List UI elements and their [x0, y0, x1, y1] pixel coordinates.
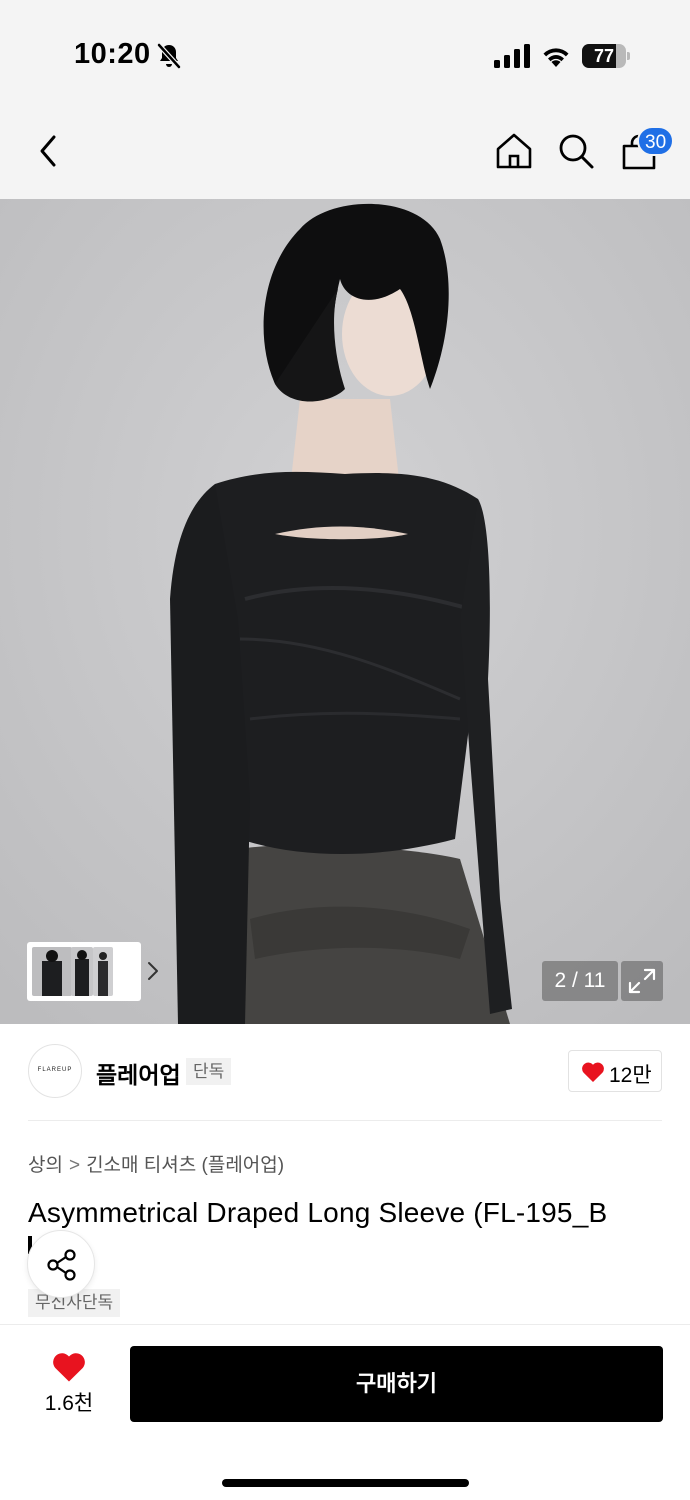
- thumbnail-strip[interactable]: [27, 942, 158, 1001]
- share-button[interactable]: [27, 1230, 95, 1298]
- bottom-action-bar: 1.6천 구매하기: [0, 1324, 690, 1500]
- brand-like-count: 12만: [609, 1064, 652, 1087]
- heart-icon: [53, 1353, 85, 1382]
- back-icon[interactable]: [34, 132, 64, 170]
- product-image[interactable]: 2 / 11: [0, 199, 690, 1024]
- battery-icon: 77: [582, 44, 630, 68]
- battery-percent: 77: [593, 46, 615, 66]
- product-photo: [0, 199, 690, 1024]
- breadcrumb-category[interactable]: 상의: [28, 1155, 63, 1176]
- thumbnail-1[interactable]: [32, 947, 72, 996]
- breadcrumb-separator: >: [68, 1155, 81, 1176]
- top-nav-bar: [0, 100, 690, 199]
- expand-button[interactable]: [621, 961, 663, 1001]
- cellular-signal-icon: [494, 44, 530, 68]
- breadcrumb: 상의 > 긴소매 티셔츠 (플레어업): [28, 1150, 284, 1177]
- chevron-right-icon[interactable]: [146, 960, 160, 982]
- image-page-counter: 2 / 11: [542, 961, 618, 1001]
- like-button[interactable]: 1.6천: [30, 1347, 108, 1423]
- product-title: Asymmetrical Draped Long Sleeve (FL-195_…: [28, 1197, 608, 1228]
- brand-logo-text: FLAREUP: [37, 1067, 73, 1073]
- home-icon[interactable]: [495, 132, 533, 170]
- brand-like-button[interactable]: 12만: [568, 1050, 662, 1092]
- brand-name[interactable]: 플레어업: [96, 1056, 181, 1090]
- divider: [28, 1120, 662, 1121]
- status-bar: 10:20 77: [0, 0, 690, 100]
- search-icon[interactable]: [557, 132, 595, 170]
- brand-logo[interactable]: FLAREUP: [28, 1044, 82, 1098]
- thumbnail-2[interactable]: [71, 947, 93, 996]
- like-count: 1.6천: [44, 1392, 94, 1415]
- exclusive-badge: 단독: [186, 1058, 232, 1085]
- expand-icon: [628, 968, 656, 994]
- cart-count-badge[interactable]: 30: [637, 126, 675, 156]
- buy-button[interactable]: 구매하기: [130, 1346, 663, 1422]
- share-icon: [47, 1249, 76, 1281]
- status-time: 10:20: [74, 38, 151, 70]
- heart-icon: [582, 1062, 604, 1082]
- thumbnail-3[interactable]: [93, 947, 113, 996]
- bell-slash-icon: [157, 43, 181, 69]
- breadcrumb-subcategory[interactable]: 긴소매 티셔츠 (플레어업): [86, 1155, 284, 1176]
- wifi-icon: [543, 48, 569, 67]
- home-indicator: [222, 1479, 469, 1487]
